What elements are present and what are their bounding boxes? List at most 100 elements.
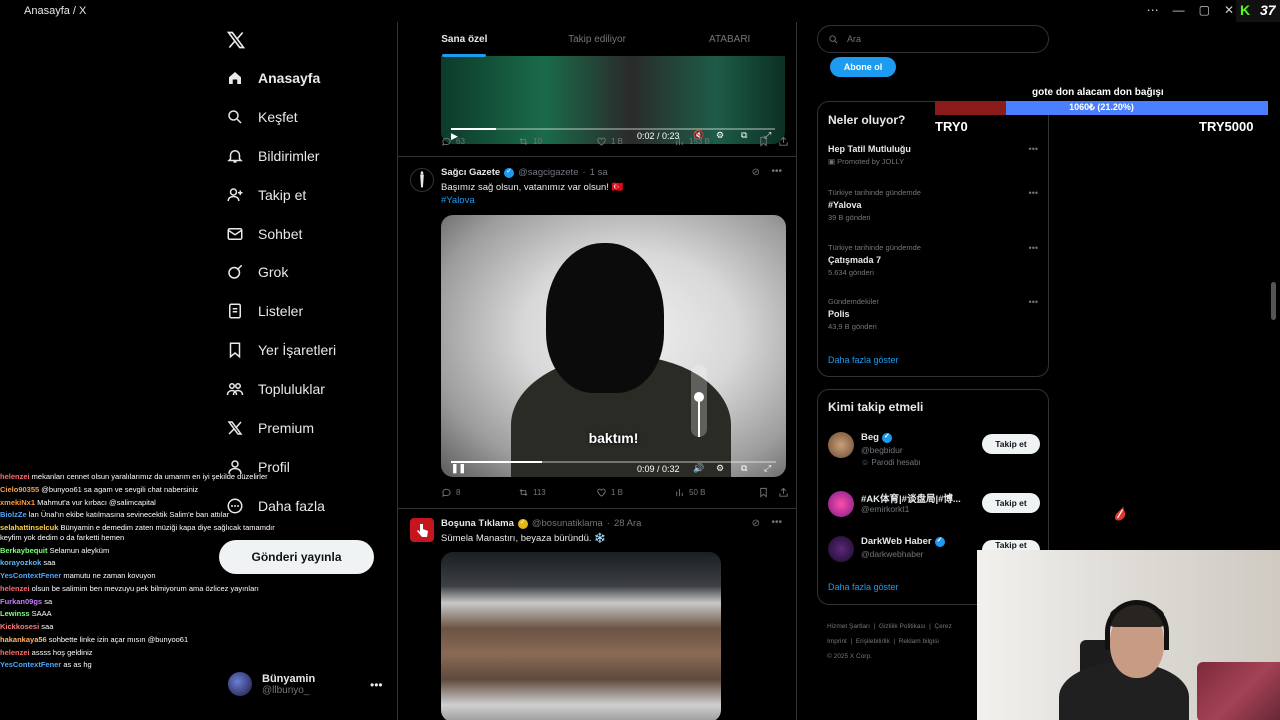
- chat-username[interactable]: Cielo90355: [0, 485, 39, 494]
- trend-item[interactable]: Gündemdekiler Polis 43,9 B gönderi •••: [828, 297, 1038, 331]
- avatar[interactable]: [410, 168, 434, 192]
- footer-link[interactable]: Hizmet Şartları: [827, 623, 870, 630]
- maximize-button[interactable]: ▢: [1199, 3, 1210, 17]
- nav-item-anasayfa[interactable]: Anasayfa: [226, 69, 320, 87]
- more-dots-icon[interactable]: •••: [1029, 144, 1038, 154]
- author-name[interactable]: Sağcı Gazete: [441, 167, 500, 178]
- video-progress-bar[interactable]: [451, 128, 775, 130]
- chat-username[interactable]: BiolzZe: [0, 510, 27, 519]
- more-dots-icon[interactable]: •••: [771, 166, 782, 177]
- tab-for-you[interactable]: Sana özel: [398, 22, 531, 57]
- chat-username[interactable]: Lewinss: [0, 609, 30, 618]
- account-switcher[interactable]: Bünyamin @llbunyo_ •••: [228, 672, 383, 696]
- kick-viewer-badge: K 37: [1236, 0, 1280, 22]
- chat-username[interactable]: Furkan09gs: [0, 597, 42, 606]
- pip-icon[interactable]: ⧉: [741, 463, 747, 474]
- more-dots-icon[interactable]: •••: [771, 517, 782, 528]
- tweet-time[interactable]: 1 sa: [590, 167, 608, 178]
- tweet-image[interactable]: [441, 552, 721, 720]
- tab-atabari[interactable]: ATABARI: [663, 22, 796, 56]
- bookmark-button[interactable]: [758, 136, 778, 147]
- tweet-time[interactable]: 28 Ara: [614, 518, 641, 529]
- grok-icon[interactable]: ⊘: [752, 518, 760, 529]
- like-button[interactable]: 1 B: [596, 487, 674, 498]
- views-button[interactable]: 50 B: [674, 487, 758, 498]
- nav-item-yer-i̇şaretleri[interactable]: Yer İşaretleri: [226, 341, 336, 359]
- volume-slider[interactable]: [691, 365, 707, 437]
- repost-button[interactable]: 10: [518, 136, 596, 147]
- follow-button[interactable]: Takip et: [982, 434, 1040, 454]
- bookmark-button[interactable]: [758, 487, 778, 498]
- video-player[interactable]: baktım! ❚❚ 0:09 / 0:32 🔊 ⚙ ⧉ ⤢: [441, 215, 786, 477]
- trend-item[interactable]: Türkiye tarihinde gündemde #Yalova 39 B …: [828, 188, 1038, 222]
- dot-separator: ·: [582, 167, 586, 178]
- nav-item-premium[interactable]: Premium: [226, 419, 314, 437]
- follow-suggestion[interactable]: #AK体育|#谈盘局|#博... @emirkorkt1 Takip et: [828, 491, 1040, 531]
- search-input[interactable]: Ara: [817, 25, 1049, 53]
- pause-icon[interactable]: ❚❚: [451, 463, 466, 474]
- share-button[interactable]: [778, 487, 789, 498]
- minimize-button[interactable]: —: [1173, 3, 1185, 17]
- chat-username[interactable]: Kickkosesi: [0, 622, 39, 631]
- chat-message: Kickkosesi saa: [0, 622, 278, 632]
- follow-button[interactable]: Takip et: [982, 493, 1040, 513]
- reply-button[interactable]: 63: [441, 136, 518, 147]
- page-scrollbar[interactable]: [1271, 282, 1276, 320]
- trend-item[interactable]: Hep Tatil Mutluluğu ▣ Promoted by JOLLY …: [828, 144, 1038, 166]
- footer-link[interactable]: Gizlilik Politikası: [879, 623, 926, 630]
- chat-username[interactable]: selahattinselcuk: [0, 523, 58, 532]
- follow-button[interactable]: Takip et: [982, 540, 1040, 550]
- volume-icon[interactable]: 🔊: [693, 463, 704, 474]
- footer-link[interactable]: Erişilebilirlik: [856, 638, 890, 645]
- author-name[interactable]: Boşuna Tıklama: [441, 518, 514, 529]
- chat-username[interactable]: Berkaybequit: [0, 546, 48, 555]
- share-button[interactable]: [778, 136, 789, 147]
- more-dots-icon[interactable]: •••: [1029, 297, 1038, 307]
- x-logo-icon[interactable]: [226, 30, 246, 50]
- footer-link[interactable]: Reklam bilgisi: [899, 638, 939, 645]
- chat-username[interactable]: korayozkok: [0, 558, 41, 567]
- show-more-link[interactable]: Daha fazla göster: [828, 582, 899, 592]
- nav-item-sohbet[interactable]: Sohbet: [226, 225, 302, 243]
- more-dots-icon[interactable]: •••: [370, 678, 383, 692]
- chat-username[interactable]: YesContextFener: [0, 571, 61, 580]
- chat-username[interactable]: hakankaya56: [0, 635, 47, 644]
- author-handle[interactable]: @sagcigazete: [518, 167, 578, 178]
- video-player[interactable]: ▶ 0:02 / 0:23 🔇 ⚙ ⧉ ⤢: [441, 56, 785, 144]
- views-button[interactable]: 153 B: [674, 136, 758, 147]
- follow-suggestion[interactable]: Beg @begbidur ☺ Parodi hesabı Takip et: [828, 432, 1040, 472]
- close-button[interactable]: ✕: [1224, 3, 1234, 17]
- nav-item-takip-et[interactable]: Takip et: [226, 186, 306, 204]
- avatar[interactable]: [410, 518, 434, 542]
- like-button[interactable]: 1 B: [596, 136, 674, 147]
- footer-link[interactable]: Imprint: [827, 638, 847, 645]
- fullscreen-icon[interactable]: ⤢: [764, 463, 771, 474]
- more-dots-icon[interactable]: •••: [1029, 188, 1038, 198]
- chat-username[interactable]: helenzei: [0, 584, 30, 593]
- more-dots-icon[interactable]: •••: [1029, 243, 1038, 253]
- settings-icon[interactable]: ⚙: [716, 463, 724, 474]
- chat-username[interactable]: helenzei: [0, 648, 30, 657]
- nav-item-grok[interactable]: Grok: [226, 263, 288, 281]
- footer-link[interactable]: Çerez: [934, 623, 951, 630]
- nav-item-listeler[interactable]: Listeler: [226, 302, 303, 320]
- nav-item-topluluklar[interactable]: Topluluklar: [226, 380, 325, 398]
- video-progress-bar[interactable]: [451, 461, 776, 463]
- subscribe-button[interactable]: Abone ol: [830, 57, 896, 77]
- heart-icon: [597, 137, 606, 146]
- author-handle[interactable]: @bosunatiklama: [532, 518, 603, 529]
- chat-username[interactable]: xmekiNx1: [0, 498, 35, 507]
- trend-item[interactable]: Türkiye tarihinde gündemde Çatışmada 7 5…: [828, 243, 1038, 277]
- grok-icon[interactable]: ⊘: [752, 167, 760, 178]
- repost-button[interactable]: 113: [518, 487, 596, 498]
- hashtag-link[interactable]: #Yalova: [441, 195, 475, 206]
- video-time: 0:09 / 0:32: [637, 464, 680, 474]
- nav-item-keşfet[interactable]: Keşfet: [226, 108, 298, 126]
- show-more-link[interactable]: Daha fazla göster: [828, 355, 899, 365]
- chat-username[interactable]: helenzei: [0, 472, 30, 481]
- reply-button[interactable]: 8: [441, 487, 518, 498]
- nav-item-bildirimler[interactable]: Bildirimler: [226, 147, 319, 165]
- tab-following[interactable]: Takip ediliyor: [531, 22, 664, 56]
- menu-dots-icon[interactable]: ⋯: [1147, 3, 1159, 17]
- chat-username[interactable]: YesContextFener: [0, 660, 61, 669]
